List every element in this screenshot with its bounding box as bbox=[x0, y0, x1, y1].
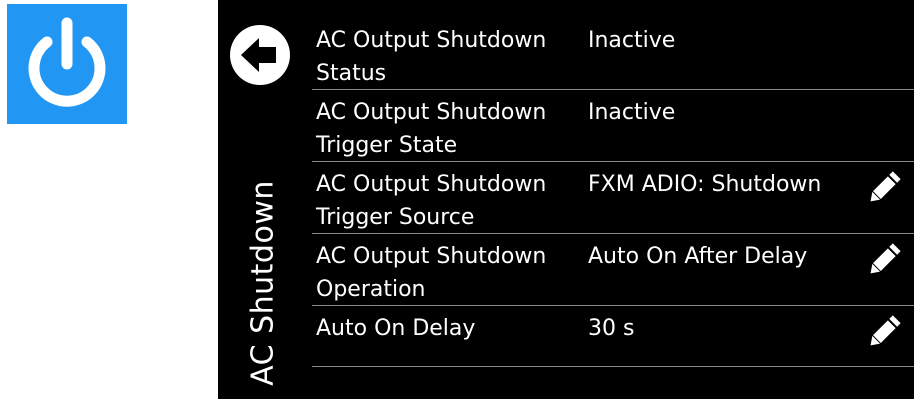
setting-label: AC Output Shutdown Operation bbox=[316, 244, 547, 302]
setting-row-auto-on-delay[interactable]: Auto On Delay 30 s bbox=[312, 306, 914, 367]
app-tile[interactable] bbox=[7, 4, 127, 124]
power-icon bbox=[28, 17, 106, 107]
settings-list: AC Output Shutdown Status Inactive AC Ou… bbox=[312, 18, 914, 367]
pencil-icon bbox=[870, 315, 901, 346]
setting-value: FXM ADIO: Shutdown bbox=[588, 172, 822, 197]
setting-value: Inactive bbox=[588, 100, 676, 125]
setting-label: AC Output Shutdown Trigger Source bbox=[316, 172, 547, 230]
edit-button[interactable] bbox=[864, 168, 904, 208]
setting-row-shutdown-status[interactable]: AC Output Shutdown Status Inactive bbox=[312, 18, 914, 90]
edit-button[interactable] bbox=[864, 312, 904, 352]
panel-title: AC Shutdown bbox=[245, 180, 281, 386]
edit-button[interactable] bbox=[864, 240, 904, 280]
settings-panel: AC Shutdown AC Output Shutdown Status In… bbox=[218, 0, 914, 399]
setting-row-trigger-state[interactable]: AC Output Shutdown Trigger State Inactiv… bbox=[312, 90, 914, 162]
setting-label: AC Output Shutdown Trigger State bbox=[316, 100, 547, 158]
pencil-icon bbox=[870, 243, 901, 274]
setting-value: 30 s bbox=[588, 316, 635, 341]
back-arrow-icon bbox=[230, 25, 290, 85]
pencil-icon bbox=[870, 171, 901, 202]
setting-row-trigger-source[interactable]: AC Output Shutdown Trigger Source FXM AD… bbox=[312, 162, 914, 234]
setting-value: Inactive bbox=[588, 28, 676, 53]
back-button[interactable] bbox=[229, 24, 291, 86]
setting-value: Auto On After Delay bbox=[588, 244, 808, 269]
setting-label: AC Output Shutdown Status bbox=[316, 28, 547, 86]
setting-label: Auto On Delay bbox=[316, 316, 476, 341]
setting-row-operation[interactable]: AC Output Shutdown Operation Auto On Aft… bbox=[312, 234, 914, 306]
